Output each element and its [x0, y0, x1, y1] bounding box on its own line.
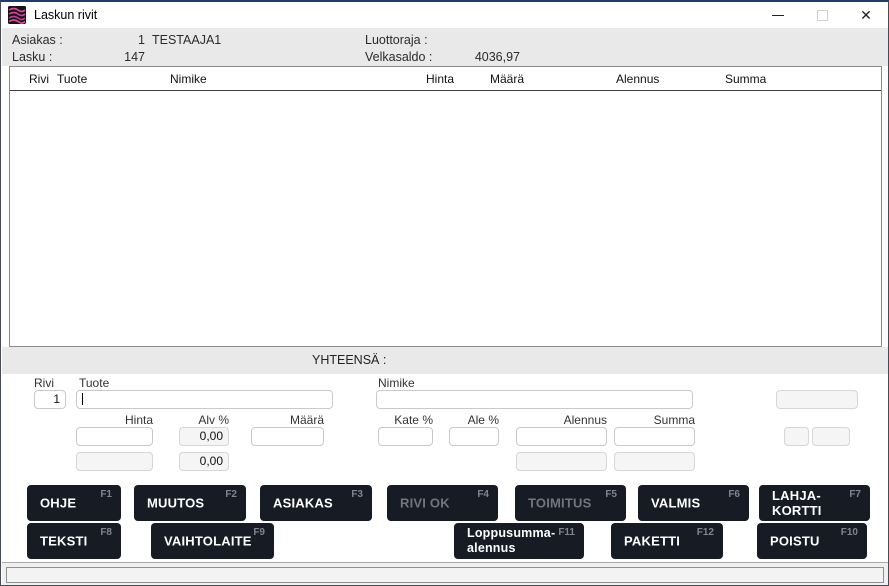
paketti-button[interactable]: PAKETTIF12	[611, 523, 723, 559]
fkey-label: F11	[558, 527, 575, 538]
nimike-field[interactable]	[376, 390, 693, 409]
ohje-button[interactable]: OHJEF1	[27, 485, 121, 521]
totals-strip: YHTEENSÄ :	[2, 347, 888, 374]
table-header-row: Rivi Tuote Nimike Hinta Määrä Alennus Su…	[10, 67, 881, 91]
side-box-1	[784, 427, 809, 446]
fkey-label: F7	[849, 489, 861, 500]
summa2-field	[614, 452, 695, 471]
fkey-label: F3	[351, 489, 363, 500]
minimize-icon	[772, 15, 784, 16]
close-icon: ✕	[860, 8, 872, 22]
hinta2-field	[76, 452, 153, 471]
summa-label: Summa	[615, 413, 695, 427]
velkasaldo-label: Velkasaldo :	[365, 50, 432, 64]
invoice-header: Asiakas : 1 TESTAAJA1 Lasku : 147 Luotto…	[2, 28, 888, 66]
window-controls: ✕	[756, 2, 888, 28]
hinta-field[interactable]	[76, 427, 153, 446]
side-box-2	[812, 427, 850, 446]
loppusumma-alennus-button[interactable]: Loppusumma-alennusF11	[454, 523, 584, 559]
fkey-label: F6	[728, 489, 740, 500]
alv-field[interactable]: 0,00	[179, 427, 229, 446]
hinta-label: Hinta	[73, 413, 153, 427]
ale-label: Ale %	[419, 413, 499, 427]
lasku-value: 147	[102, 50, 145, 64]
rivi-label: Rivi	[34, 376, 54, 390]
velkasaldo-value: 4036,97	[442, 50, 520, 64]
asiakas-button[interactable]: ASIAKASF3	[260, 485, 372, 521]
maara-field[interactable]	[251, 427, 324, 446]
toimitus-button: TOIMITUSF5	[515, 485, 626, 521]
col-maara: Määrä	[490, 72, 524, 86]
fkey-label: F12	[697, 527, 714, 538]
alennus-field[interactable]	[516, 427, 607, 446]
text-cursor	[82, 393, 83, 405]
luottoraja-label: Luottoraja :	[365, 33, 428, 47]
muutos-button[interactable]: MUUTOSF2	[134, 485, 246, 521]
tuote-label: Tuote	[79, 376, 109, 390]
titlebar: Laskun rivit ✕	[1, 2, 888, 28]
vaihtolaite-button[interactable]: VAIHTOLAITEF9	[151, 523, 274, 559]
minimize-button[interactable]	[756, 2, 800, 28]
poistu-button[interactable]: POISTUF10	[757, 523, 867, 559]
col-summa: Summa	[725, 72, 766, 86]
alv2-field: 0,00	[179, 452, 229, 471]
fkey-label: F10	[841, 527, 858, 538]
close-button[interactable]: ✕	[844, 2, 888, 28]
fkey-label: F2	[225, 489, 237, 500]
fkey-label: F9	[253, 527, 265, 538]
fkey-label: F1	[100, 489, 112, 500]
table-body-empty	[10, 91, 881, 346]
ale-field[interactable]	[449, 427, 499, 446]
alv-label: Alv %	[149, 413, 229, 427]
maximize-button[interactable]	[800, 2, 844, 28]
fkey-label: F4	[477, 489, 489, 500]
col-alennus: Alennus	[616, 72, 659, 86]
lasku-label: Lasku :	[12, 50, 52, 64]
col-rivi: Rivi	[29, 72, 49, 86]
asiakas-name: TESTAAJA1	[152, 33, 221, 47]
teksti-button[interactable]: TEKSTIF8	[27, 523, 121, 559]
row-entry-form: Rivi Tuote Nimike 1 Hinta Alv % Määrä Ka…	[2, 374, 888, 562]
col-hinta: Hinta	[426, 72, 454, 86]
status-bar	[2, 562, 888, 586]
total-label: YHTEENSÄ :	[312, 353, 386, 367]
col-nimike: Nimike	[170, 72, 207, 86]
alennus-label: Alennus	[527, 413, 607, 427]
fkey-label: F8	[100, 527, 112, 538]
window-title: Laskun rivit	[34, 8, 97, 22]
asiakas-label: Asiakas :	[12, 33, 63, 47]
rivi-ok-button: RIVI OKF4	[387, 485, 498, 521]
nimike-label: Nimike	[378, 376, 415, 390]
valmis-button[interactable]: VALMISF6	[638, 485, 749, 521]
summa-field[interactable]	[614, 427, 695, 446]
side-readonly-field	[776, 390, 858, 409]
rivi-field[interactable]: 1	[34, 390, 66, 409]
col-tuote: Tuote	[57, 72, 87, 86]
maximize-icon	[817, 10, 828, 21]
maara-label: Määrä	[244, 413, 324, 427]
tuote-field[interactable]	[76, 390, 333, 409]
alennus2-field	[516, 452, 607, 471]
app-window: Laskun rivit ✕ Asiakas : 1 TESTAAJA1 Las…	[0, 0, 889, 586]
lahjakortti-button[interactable]: LAHJA-KORTTIF7	[759, 485, 870, 521]
kate-field[interactable]	[378, 427, 433, 446]
fkey-label: F5	[605, 489, 617, 500]
app-logo-icon	[8, 6, 26, 24]
invoice-rows-table[interactable]: Rivi Tuote Nimike Hinta Määrä Alennus Su…	[9, 66, 882, 347]
status-message-field	[6, 567, 884, 583]
asiakas-number: 1	[102, 33, 145, 47]
